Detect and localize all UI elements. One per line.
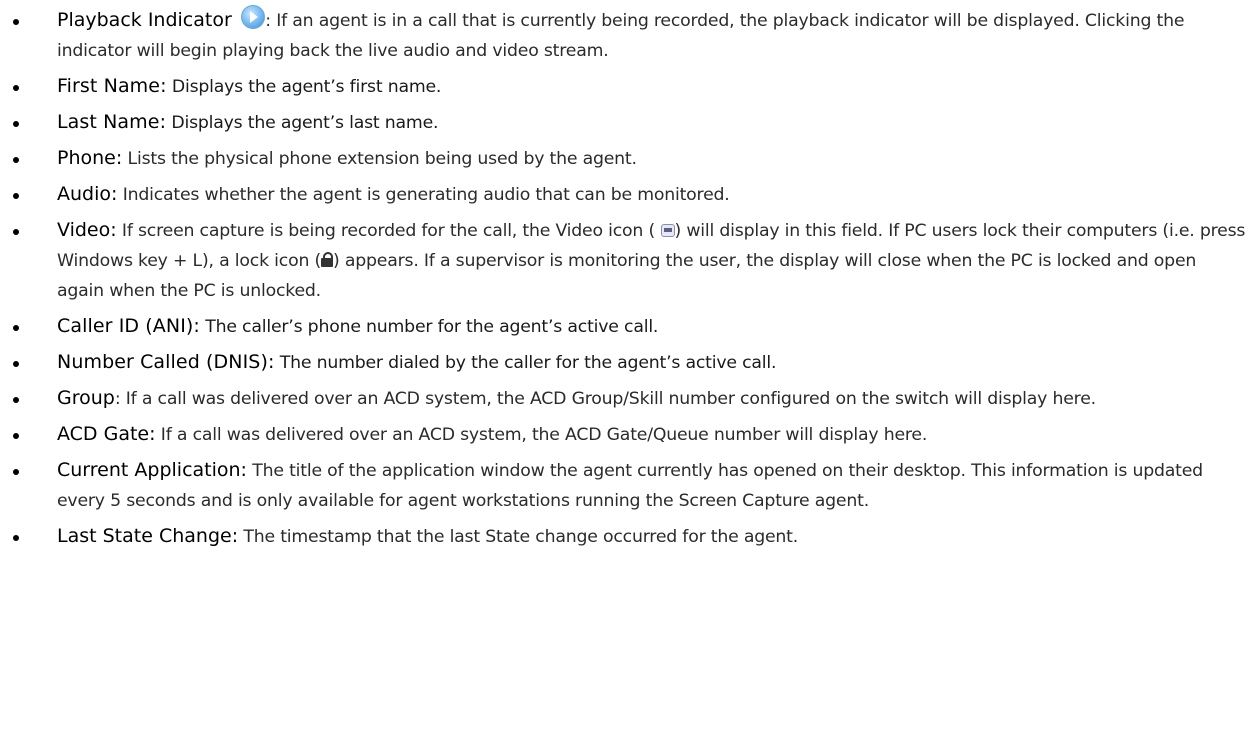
desc-video-a: If screen capture is being recorded for … xyxy=(116,221,656,241)
term-playback-indicator: Playback Indicator xyxy=(57,9,232,31)
list-item-audio: Audio: Indicates whether the agent is ge… xyxy=(0,179,1254,210)
desc-first-name: Displays the agent’s first name. xyxy=(166,77,442,97)
desc-last-state-change: The timestamp that the last State change… xyxy=(238,527,799,547)
term-last-name: Last Name: xyxy=(57,111,167,133)
list-item-group: Group: If a call was delivered over an A… xyxy=(0,383,1254,414)
bullet xyxy=(13,469,19,475)
desc-last-name: Displays the agent’s last name. xyxy=(166,113,439,133)
list-item-last-state-change: Last State Change: The timestamp that th… xyxy=(0,521,1254,552)
bullet xyxy=(13,535,19,541)
play-icon xyxy=(241,5,266,29)
list-item-acd-gate: ACD Gate: If a call was delivered over a… xyxy=(0,419,1254,450)
list-item-caller-id: Caller ID (ANI): The caller’s phone numb… xyxy=(0,311,1254,342)
list-item-phone: Phone: Lists the physical phone extensio… xyxy=(0,143,1254,174)
desc-audio: Indicates whether the agent is generatin… xyxy=(117,185,730,205)
bullet xyxy=(13,85,19,91)
desc-number-called: The number dialed by the caller for the … xyxy=(274,353,777,373)
bullet xyxy=(13,397,19,403)
term-caller-id: Caller ID (ANI): xyxy=(57,315,200,337)
bullet xyxy=(13,325,19,331)
bullet xyxy=(13,193,19,199)
bullet xyxy=(13,229,19,235)
field-definitions-list: Playback Indicator : If an agent is in a… xyxy=(0,0,1254,557)
bullet xyxy=(13,19,19,25)
list-item-playback-indicator: Playback Indicator : If an agent is in a… xyxy=(0,0,1254,66)
bullet xyxy=(13,121,19,127)
bullet xyxy=(13,361,19,367)
list-item-first-name: First Name: Displays the agent’s first n… xyxy=(0,71,1254,102)
list-item-last-name: Last Name: Displays the agent’s last nam… xyxy=(0,107,1254,138)
term-phone: Phone: xyxy=(57,147,123,169)
list-item-video: Video: If screen capture is being record… xyxy=(0,215,1254,306)
lock-icon xyxy=(321,252,334,267)
bullet xyxy=(13,157,19,163)
list-item-current-application: Current Application: The title of the ap… xyxy=(0,455,1254,516)
term-audio: Audio: xyxy=(57,183,118,205)
term-number-called: Number Called (DNIS): xyxy=(57,351,275,373)
desc-caller-id: The caller’s phone number for the agent’… xyxy=(199,317,659,337)
term-group: Group xyxy=(57,387,115,409)
term-current-application: Current Application: xyxy=(57,459,247,481)
term-video: Video: xyxy=(57,219,117,241)
term-last-state-change: Last State Change: xyxy=(57,525,239,547)
desc-group: : If a call was delivered over an ACD sy… xyxy=(114,389,1096,409)
video-icon xyxy=(660,224,675,237)
term-acd-gate: ACD Gate: xyxy=(57,423,156,445)
term-first-name: First Name: xyxy=(57,75,167,97)
bullet xyxy=(13,433,19,439)
list-item-number-called: Number Called (DNIS): The number dialed … xyxy=(0,347,1254,378)
desc-acd-gate: If a call was delivered over an ACD syst… xyxy=(155,425,928,445)
desc-phone: Lists the physical phone extension being… xyxy=(122,149,637,169)
